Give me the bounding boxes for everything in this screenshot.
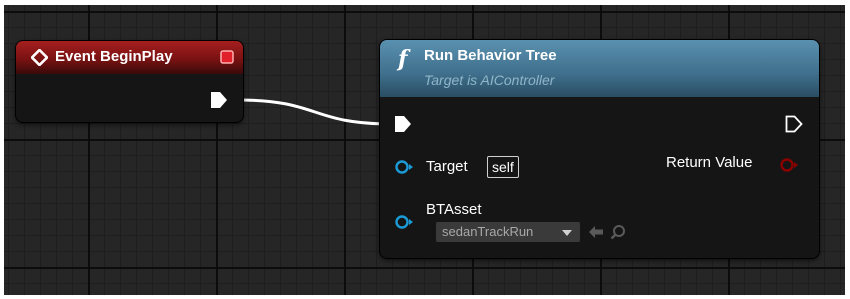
chevron-down-icon — [562, 230, 572, 236]
function-f-icon: f — [396, 46, 411, 72]
event-beginplay-node[interactable]: Event BeginPlay — [16, 41, 243, 122]
btasset-combo-box[interactable]: sedanTrackRun — [436, 222, 580, 242]
exec-in-pin-icon[interactable] — [394, 114, 412, 134]
target-label: Target — [426, 158, 468, 175]
run-behavior-tree-header[interactable]: f Run Behavior Tree Target is AIControll… — [380, 40, 819, 97]
event-beginplay-title: Event BeginPlay — [55, 48, 173, 65]
exec-out-pin-icon[interactable] — [785, 114, 803, 134]
run-behavior-tree-subtitle: Target is AIController — [424, 72, 555, 88]
exec-out-pin-icon[interactable] — [210, 90, 228, 110]
event-beginplay-header[interactable]: Event BeginPlay — [16, 41, 243, 74]
target-default-field[interactable]: self — [487, 156, 519, 178]
blueprint-graph[interactable]: Event BeginPlay f Run Behavior Tree Targ… — [0, 0, 850, 299]
run-behavior-tree-node[interactable]: f Run Behavior Tree Target is AIControll… — [380, 40, 819, 258]
btasset-value: sedanTrackRun — [442, 224, 534, 239]
run-behavior-tree-title: Run Behavior Tree — [424, 47, 557, 64]
return-value-pin-icon[interactable] — [779, 157, 801, 173]
return-value-label: Return Value — [666, 154, 753, 171]
use-selected-asset-arrow-icon[interactable] — [588, 225, 604, 239]
event-diamond-icon — [31, 49, 48, 66]
svg-text:f: f — [396, 46, 411, 72]
delegate-square-icon[interactable] — [220, 50, 234, 64]
btasset-label: BTAsset — [426, 201, 482, 218]
target-pin-icon[interactable] — [395, 159, 415, 175]
btasset-pin-icon[interactable] — [395, 214, 415, 230]
browse-magnifier-icon[interactable] — [610, 224, 626, 240]
